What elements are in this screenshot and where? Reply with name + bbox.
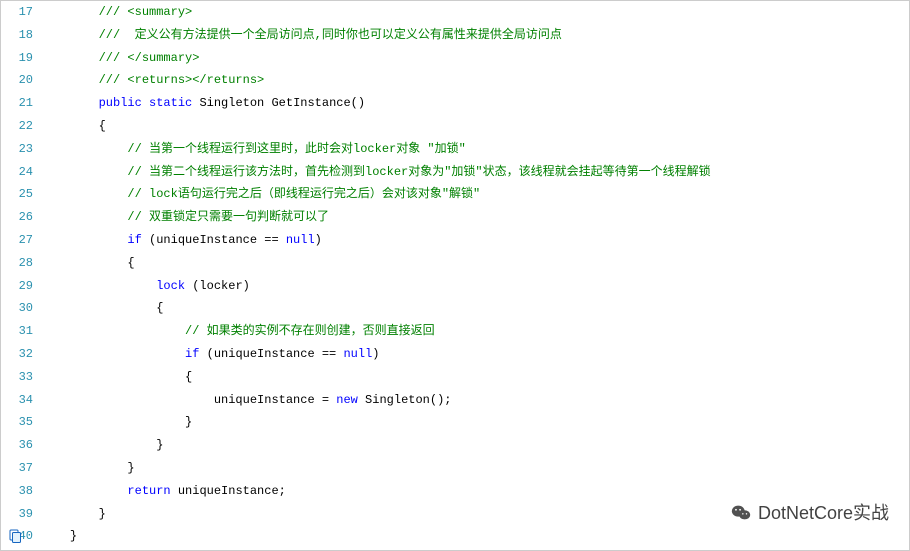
line-number: 21 [1, 92, 33, 115]
line-number: 19 [1, 47, 33, 70]
token: { [99, 119, 106, 133]
code-line: } [41, 434, 909, 457]
token: } [99, 507, 106, 521]
token: } [185, 415, 192, 429]
line-number: 39 [1, 503, 33, 526]
token: { [185, 370, 192, 384]
code-line: if (uniqueInstance == null) [41, 229, 909, 252]
line-number: 20 [1, 69, 33, 92]
token: } [127, 461, 134, 475]
code-line: // lock语句运行完之后（即线程运行完之后）会对该对象"解锁" [41, 183, 909, 206]
token: if [185, 347, 199, 361]
line-number: 27 [1, 229, 33, 252]
toolbar [7, 528, 23, 544]
line-number: 22 [1, 115, 33, 138]
line-number: 28 [1, 252, 33, 275]
token: // 双重锁定只需要一句判断就可以了 [127, 210, 329, 224]
code-line: public static Singleton GetInstance() [41, 92, 909, 115]
token: { [156, 301, 163, 315]
token: // lock语句运行完之后（即线程运行完之后）会对该对象"解锁" [127, 187, 480, 201]
token: ) [372, 347, 379, 361]
token: (locker) [185, 279, 250, 293]
line-number: 26 [1, 206, 33, 229]
code-line: { [41, 115, 909, 138]
token: static [149, 96, 192, 110]
token: null [286, 233, 315, 247]
token: ) [315, 233, 322, 247]
token: /// </summary> [99, 51, 200, 65]
code-line: /// 定义公有方法提供一个全局访问点,同时你也可以定义公有属性来提供全局访问点 [41, 24, 909, 47]
line-number: 25 [1, 183, 33, 206]
line-number: 38 [1, 480, 33, 503]
token: // 当第一个线程运行到这里时，此时会对locker对象 "加锁" [127, 142, 465, 156]
token: uniqueInstance = [214, 393, 336, 407]
line-number: 17 [1, 1, 33, 24]
token: // 当第二个线程运行该方法时，首先检测到locker对象为"加锁"状态，该线程… [127, 165, 710, 179]
code-line: lock (locker) [41, 275, 909, 298]
copy-icon[interactable] [7, 528, 23, 544]
line-number: 36 [1, 434, 33, 457]
line-number: 37 [1, 457, 33, 480]
code-block: 1718192021222324252627282930313233343536… [1, 1, 909, 548]
token: (uniqueInstance == [142, 233, 286, 247]
code-line: /// <returns></returns> [41, 69, 909, 92]
wechat-icon [730, 502, 752, 524]
token: (uniqueInstance == [199, 347, 343, 361]
code-line: /// <summary> [41, 1, 909, 24]
line-number: 32 [1, 343, 33, 366]
code-content: /// <summary> /// 定义公有方法提供一个全局访问点,同时你也可以… [41, 1, 909, 548]
code-line: // 双重锁定只需要一句判断就可以了 [41, 206, 909, 229]
line-number: 33 [1, 366, 33, 389]
token: } [70, 529, 77, 543]
code-line: { [41, 297, 909, 320]
code-line: } [41, 411, 909, 434]
line-number: 24 [1, 161, 33, 184]
line-number: 31 [1, 320, 33, 343]
token: uniqueInstance; [171, 484, 286, 498]
token: /// <returns></returns> [99, 73, 265, 87]
token: /// <summary> [99, 5, 193, 19]
token: public [99, 96, 142, 110]
line-number: 30 [1, 297, 33, 320]
token: if [127, 233, 141, 247]
code-line: // 如果类的实例不存在则创建，否则直接返回 [41, 320, 909, 343]
code-line: // 当第二个线程运行该方法时，首先检测到locker对象为"加锁"状态，该线程… [41, 161, 909, 184]
code-line: { [41, 252, 909, 275]
token: return [127, 484, 170, 498]
line-number-gutter: 1718192021222324252627282930313233343536… [1, 1, 41, 548]
token: Singleton GetInstance() [192, 96, 365, 110]
token: { [127, 256, 134, 270]
code-line: uniqueInstance = new Singleton(); [41, 389, 909, 412]
token: /// 定义公有方法提供一个全局访问点,同时你也可以定义公有属性来提供全局访问点 [99, 28, 562, 42]
line-number: 29 [1, 275, 33, 298]
code-line: } [41, 457, 909, 480]
token: } [156, 438, 163, 452]
line-number: 18 [1, 24, 33, 47]
token: Singleton(); [358, 393, 452, 407]
code-line: // 当第一个线程运行到这里时，此时会对locker对象 "加锁" [41, 138, 909, 161]
token: // 如果类的实例不存在则创建，否则直接返回 [185, 324, 435, 338]
token: new [336, 393, 358, 407]
line-number: 35 [1, 411, 33, 434]
code-line: if (uniqueInstance == null) [41, 343, 909, 366]
code-line: /// </summary> [41, 47, 909, 70]
watermark: DotNetCore实战 [730, 496, 889, 530]
token [142, 96, 149, 110]
line-number: 23 [1, 138, 33, 161]
token: lock [156, 279, 185, 293]
token: null [343, 347, 372, 361]
code-line: { [41, 366, 909, 389]
watermark-text: DotNetCore实战 [758, 496, 889, 530]
line-number: 34 [1, 389, 33, 412]
